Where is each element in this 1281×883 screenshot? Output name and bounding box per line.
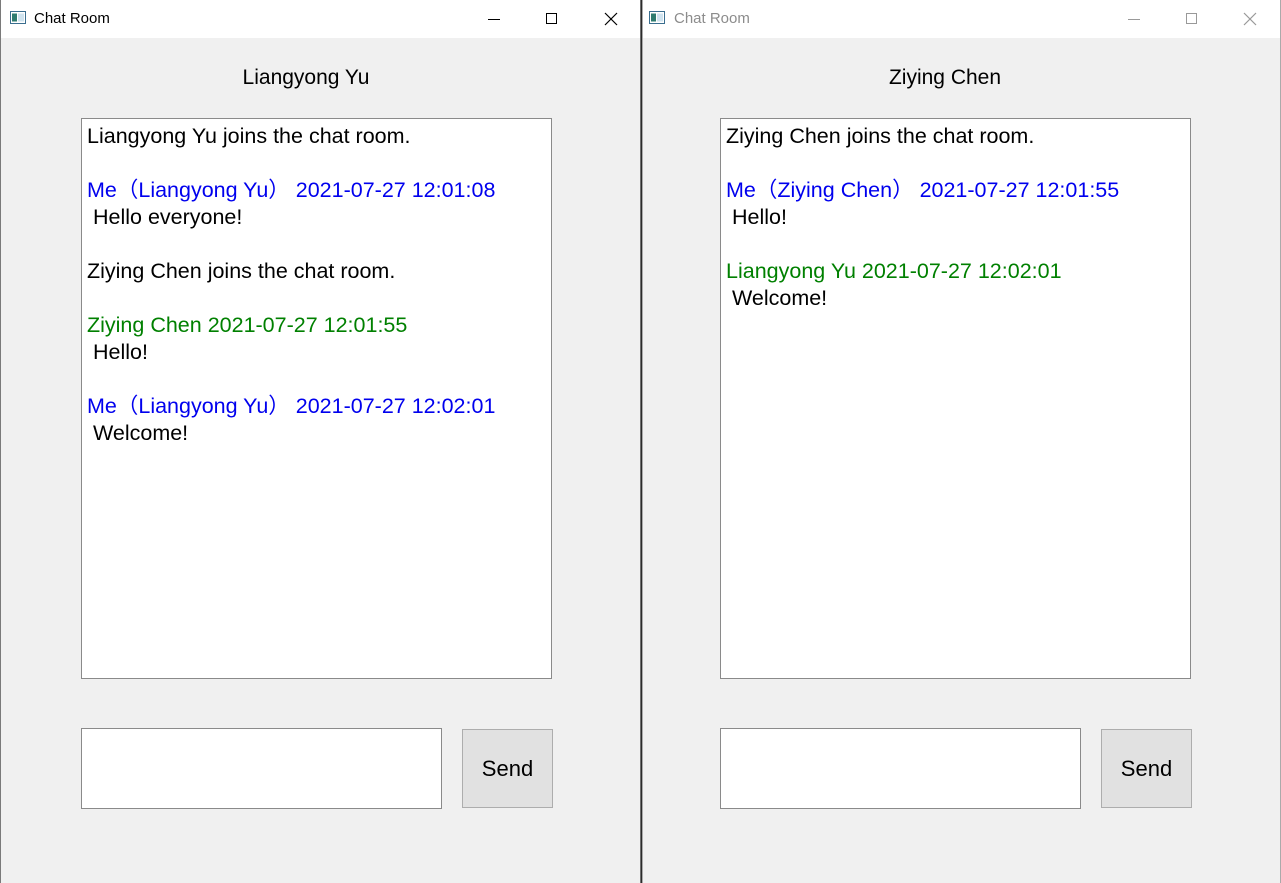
minimize-icon	[1128, 19, 1140, 20]
minimize-button[interactable]	[465, 0, 523, 38]
chat-log[interactable]: Liangyong Yu joins the chat room. Me（Lia…	[81, 118, 552, 679]
window-title: Chat Room	[34, 10, 110, 27]
window-title: Chat Room	[674, 10, 750, 27]
message-body: Hello!	[87, 340, 148, 364]
title-bar[interactable]: Chat Room	[643, 0, 1280, 38]
close-button[interactable]	[1221, 0, 1279, 38]
message-header-other: Liangyong Yu 2021-07-27 12:02:01	[726, 259, 1062, 283]
chat-log[interactable]: Ziying Chen joins the chat room. Me（Ziyi…	[720, 118, 1191, 679]
maximize-button[interactable]	[523, 0, 581, 38]
current-user-label: Ziying Chen	[888, 66, 1002, 89]
message-header-self: Me（Liangyong Yu） 2021-07-27 12:01:08	[87, 178, 496, 202]
app-window-icon	[10, 11, 26, 24]
message-header-self: Me（Liangyong Yu） 2021-07-27 12:02:01	[87, 394, 496, 418]
system-message: Ziying Chen joins the chat room.	[726, 124, 1035, 148]
chat-window-ziying: Chat Room Ziying Chen Ziying Chen joins …	[642, 0, 1281, 883]
message-header-self: Me（Ziying Chen） 2021-07-27 12:01:55	[726, 178, 1120, 202]
chat-window-liangyong: Chat Room Liangyong Yu Liangyong Yu join…	[0, 0, 641, 883]
app-window-icon	[649, 11, 665, 24]
send-button[interactable]: Send	[462, 729, 553, 808]
maximize-icon	[546, 13, 557, 24]
message-input[interactable]	[81, 728, 442, 809]
system-message: Liangyong Yu joins the chat room.	[87, 124, 411, 148]
minimize-icon	[488, 19, 500, 20]
message-body: Welcome!	[726, 286, 828, 310]
system-message: Ziying Chen joins the chat room.	[87, 259, 396, 283]
message-input[interactable]	[720, 728, 1081, 809]
close-icon	[1243, 12, 1257, 26]
minimize-button[interactable]	[1105, 0, 1163, 38]
message-body: Hello!	[726, 205, 787, 229]
title-bar[interactable]: Chat Room	[1, 0, 640, 38]
close-icon	[604, 12, 618, 26]
send-button[interactable]: Send	[1101, 729, 1192, 808]
maximize-icon	[1186, 13, 1197, 24]
maximize-button[interactable]	[1163, 0, 1221, 38]
current-user-label: Liangyong Yu	[242, 66, 370, 89]
message-body: Hello everyone!	[87, 205, 243, 229]
message-body: Welcome!	[87, 421, 189, 445]
message-header-other: Ziying Chen 2021-07-27 12:01:55	[87, 313, 408, 337]
close-button[interactable]	[582, 0, 640, 38]
